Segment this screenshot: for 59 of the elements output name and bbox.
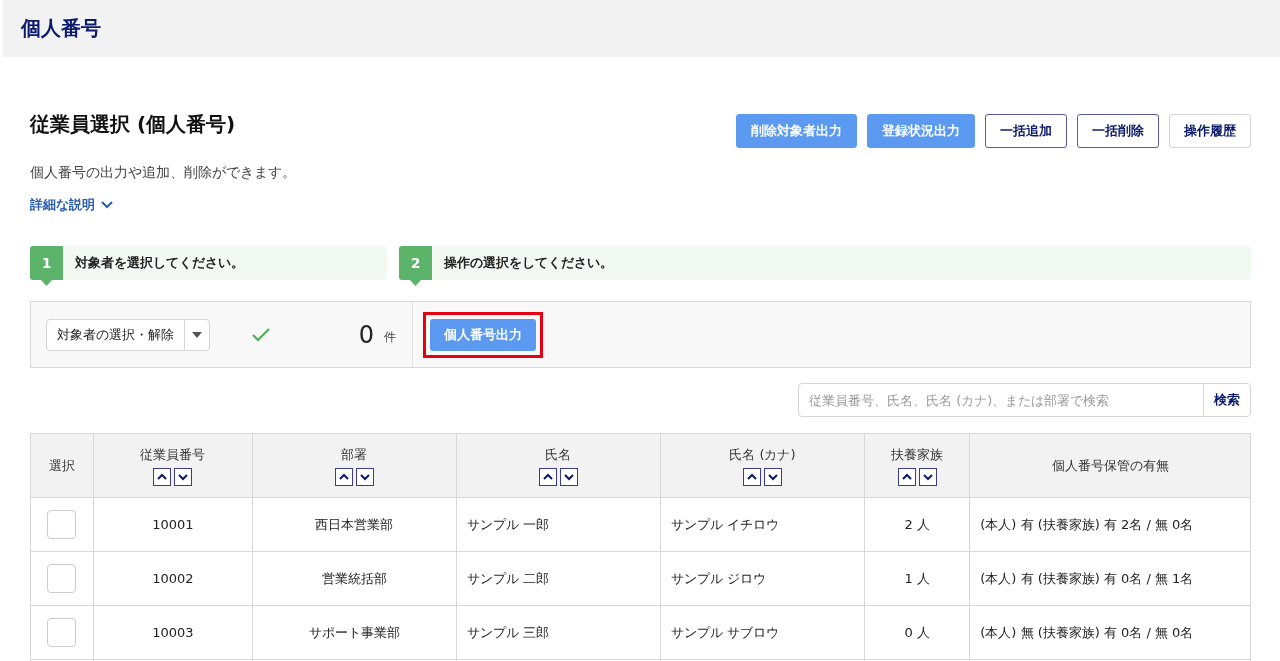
search-button[interactable]: 検索	[1203, 384, 1250, 416]
sort-descending-button[interactable]	[174, 467, 193, 486]
row-checkbox[interactable]	[47, 618, 77, 647]
pointer-icon	[410, 280, 421, 286]
table-cell: サンプル 一郎	[456, 497, 660, 552]
column-header: 選択	[48, 456, 76, 475]
step-text: 操作の選択をしてください。	[444, 254, 613, 272]
table-cell: 1 人	[864, 551, 970, 606]
column-header: 扶養家族	[890, 445, 945, 464]
step-number: 2	[399, 246, 432, 280]
column-header: 部署	[340, 445, 369, 464]
app-title: 個人番号	[21, 15, 101, 42]
sort-ascending-button[interactable]	[742, 467, 761, 486]
table-cell: サンプル イチロウ	[660, 497, 865, 552]
column-header: 従業員番号	[139, 445, 207, 464]
table-cell: サンプル 三郎	[456, 605, 660, 660]
sort-ascending-button[interactable]	[334, 467, 353, 486]
table-cell: 10003	[93, 605, 253, 660]
table-cell: サンプル ジロウ	[660, 551, 865, 606]
toolbar-button[interactable]: 一括追加	[985, 114, 1067, 148]
details-link[interactable]: 詳細な説明	[30, 196, 113, 214]
step-text: 対象者を選択してください。	[75, 254, 244, 272]
table-cell: 営業統括部	[252, 551, 457, 606]
column-header: 氏名	[544, 445, 573, 464]
table-cell: サンプル サブロウ	[660, 605, 865, 660]
search-field[interactable]: 従業員番号、氏名、氏名 (カナ)、または部署で検索 検索	[798, 383, 1251, 417]
table-cell: サンプル 二郎	[456, 551, 660, 606]
table-cell: 2 人	[864, 497, 970, 552]
step-number: 1	[30, 246, 63, 280]
sort-ascending-button[interactable]	[897, 467, 916, 486]
sort-descending-button[interactable]	[559, 467, 578, 486]
table-cell: (本人) 有 (扶養家族) 有 2名 / 無 0名	[969, 497, 1251, 552]
sort-descending-button[interactable]	[355, 467, 374, 486]
caret-icon	[192, 331, 202, 338]
page-description: 個人番号の出力や追加、削除ができます。	[30, 164, 297, 182]
row-checkbox[interactable]	[47, 564, 77, 593]
table-cell: 西日本営業部	[252, 497, 457, 552]
check-icon	[252, 327, 270, 342]
column-header: 個人番号保管の有無	[1050, 456, 1170, 475]
sort-descending-button[interactable]	[763, 467, 782, 486]
count-unit: 件	[384, 329, 396, 346]
table-cell: (本人) 無 (扶養家族) 有 0名 / 無 0名	[969, 605, 1251, 660]
sort-ascending-button[interactable]	[153, 467, 172, 486]
page-title: 従業員選択 (個人番号)	[30, 111, 236, 138]
select-dropdown[interactable]: 対象者の選択・解除	[46, 318, 210, 351]
pointer-icon	[41, 280, 52, 286]
table-cell: 0 人	[864, 605, 970, 660]
table-cell: 10002	[93, 551, 253, 606]
row-checkbox[interactable]	[47, 510, 77, 539]
table-cell: 10001	[93, 497, 253, 552]
column-header: 氏名 (カナ)	[728, 445, 797, 464]
sort-descending-button[interactable]	[918, 467, 937, 486]
toolbar-button[interactable]: 操作履歴	[1169, 114, 1251, 148]
table-cell: サポート事業部	[252, 605, 457, 660]
selected-count: 0	[358, 320, 374, 349]
chevron-down-icon	[101, 201, 113, 209]
sort-ascending-button[interactable]	[538, 467, 557, 486]
table-cell: (本人) 有 (扶養家族) 有 0名 / 無 1名	[969, 551, 1251, 606]
toolbar-button[interactable]: 一括削除	[1077, 114, 1159, 148]
